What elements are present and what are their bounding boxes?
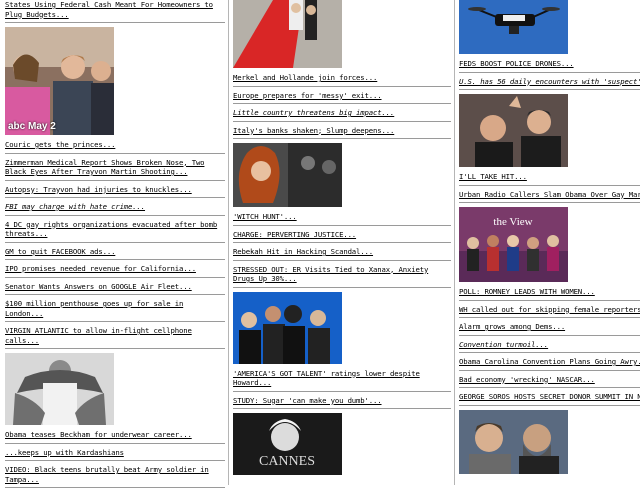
headline-link[interactable]: States Using Federal Cash Meant For Home… xyxy=(5,0,225,23)
headline-link[interactable]: FEDS BOOST POLICE DRONES... xyxy=(459,59,640,73)
headline-link[interactable]: ...keeps up with Kardashians xyxy=(5,448,225,461)
headline-link[interactable]: Urban Radio Callers Slam Obama Over Gay … xyxy=(459,190,640,203)
headline-link[interactable]: Autopsy: Trayvon had injuries to knuckle… xyxy=(5,185,225,198)
headline-link[interactable]: POLL: ROMNEY LEADS WITH WOMEN... xyxy=(459,287,640,301)
headline-link[interactable]: Couric gets the princes... xyxy=(5,140,225,154)
merkel-hollande-photo[interactable] xyxy=(233,0,342,68)
headline-link[interactable]: Little country threatens big impact... xyxy=(233,108,451,122)
column-divider xyxy=(454,0,455,485)
soros-photo[interactable] xyxy=(459,409,568,474)
column-divider xyxy=(228,0,229,485)
headline-link[interactable]: Bad economy 'wrecking' NASCAR... xyxy=(459,375,640,388)
headline-link[interactable]: Zimmerman Medical Report Shows Broken No… xyxy=(5,158,225,181)
bush-romney-photo[interactable] xyxy=(459,94,568,167)
headline-link[interactable]: Convention turmoil... xyxy=(459,340,640,353)
headline-link[interactable]: IPO promises needed revenue for Californ… xyxy=(5,264,225,278)
cannes-poster-photo[interactable]: CANNES xyxy=(233,413,342,475)
headline-link[interactable]: Alarm grows among Dems... xyxy=(459,322,640,336)
police-drone-photo[interactable] xyxy=(459,0,568,54)
headline-link[interactable]: Merkel and Hollande join forces... xyxy=(233,73,451,87)
beckham-photo[interactable] xyxy=(5,353,114,425)
the-view-photo[interactable]: the View xyxy=(459,207,568,282)
headline-link[interactable]: Rebekah Hit in Hacking Scandal... xyxy=(233,247,451,261)
headline-link[interactable]: FBI may charge with hate crime... xyxy=(5,202,225,216)
headline-link[interactable]: 4 DC gay rights organizations evacuated … xyxy=(5,220,225,243)
right-column: FEDS BOOST POLICE DRONES... U.S. has 56 d… xyxy=(459,0,640,479)
headline-link[interactable]: WH called out for skipping female report… xyxy=(459,305,640,318)
headline-link[interactable]: U.S. has 56 daily encounters with 'suspe… xyxy=(459,77,640,90)
the-view-logo: the View xyxy=(493,216,532,228)
headline-link[interactable]: Italy's banks shaken; Slump deepens... xyxy=(233,126,451,139)
headline-link[interactable]: VIRGIN ATLANTIC to allow in-flight cellp… xyxy=(5,326,225,349)
cannes-text: CANNES xyxy=(259,454,315,469)
left-column: States Using Federal Cash Meant For Home… xyxy=(5,0,225,492)
royals-interview-photo[interactable]: abc May 2 xyxy=(5,27,114,135)
headline-link[interactable]: STUDY: Sugar 'can make you dumb'... xyxy=(233,396,451,409)
rebekah-brooks-photo[interactable] xyxy=(233,143,342,207)
headline-link[interactable]: GEORGE SOROS HOSTS SECRET DONOR SUMMIT I… xyxy=(459,392,640,406)
headline-link[interactable]: STRESSED OUT: ER Visits Tied to Xanax, A… xyxy=(233,265,451,288)
network-watermark: abc May 2 xyxy=(8,121,56,132)
headline-link[interactable]: $100 million penthouse goes up for sale … xyxy=(5,299,225,322)
headline-link[interactable]: I'LL TAKE HIT... xyxy=(459,172,640,186)
headline-link[interactable]: Senator Wants Answers on GOOGLE Air Flee… xyxy=(5,282,225,295)
headline-link[interactable]: CHARGE: PERVERTING JUSTICE... xyxy=(233,230,451,243)
headline-link[interactable]: GM to quit FACEBOOK ads... xyxy=(5,247,225,260)
headline-link[interactable]: Europe prepares for 'messy' exit... xyxy=(233,91,451,104)
headline-link[interactable]: 'AMERICA'S GOT TALENT' ratings lower des… xyxy=(233,369,451,392)
center-column: Merkel and Hollande join forces... Europe… xyxy=(233,0,451,480)
headline-link[interactable]: Obama teases Beckham for underwear caree… xyxy=(5,430,225,444)
headline-link[interactable]: Obama Carolina Convention Plans Going Aw… xyxy=(459,357,640,371)
americas-got-talent-photo[interactable] xyxy=(233,291,342,364)
headline-link[interactable]: 'WITCH HUNT'... xyxy=(233,212,451,226)
